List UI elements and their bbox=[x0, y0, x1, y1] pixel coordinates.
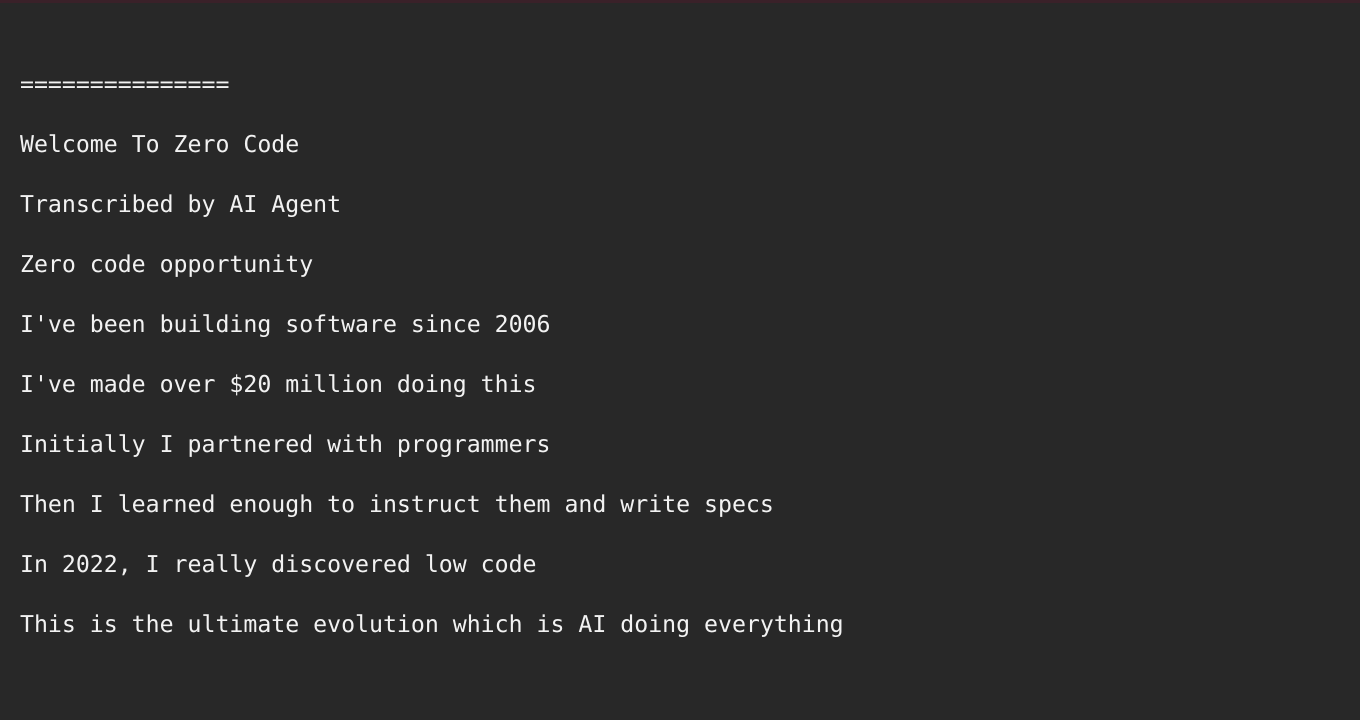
byline-line: Transcribed by AI Agent bbox=[20, 191, 342, 218]
specs-line: Then I learned enough to instruct them a… bbox=[20, 491, 774, 518]
earnings-line: I've made over $20 million doing this bbox=[20, 371, 537, 398]
experience-line: I've been building software since 2006 bbox=[20, 311, 551, 338]
terminal-output-area[interactable]: =============== Welcome To Zero Code Tra… bbox=[0, 3, 1360, 720]
terminal-window: =============== Welcome To Zero Code Tra… bbox=[0, 0, 1360, 720]
welcome-title-line: Welcome To Zero Code bbox=[20, 131, 300, 158]
topic-line: Zero code opportunity bbox=[20, 251, 314, 278]
lowcode-line: In 2022, I really discovered low code bbox=[20, 551, 537, 578]
ultimate-line: This is the ultimate evolution which is … bbox=[20, 611, 844, 638]
partners-line: Initially I partnered with programmers bbox=[20, 431, 551, 458]
divider-line: =============== bbox=[20, 71, 230, 98]
